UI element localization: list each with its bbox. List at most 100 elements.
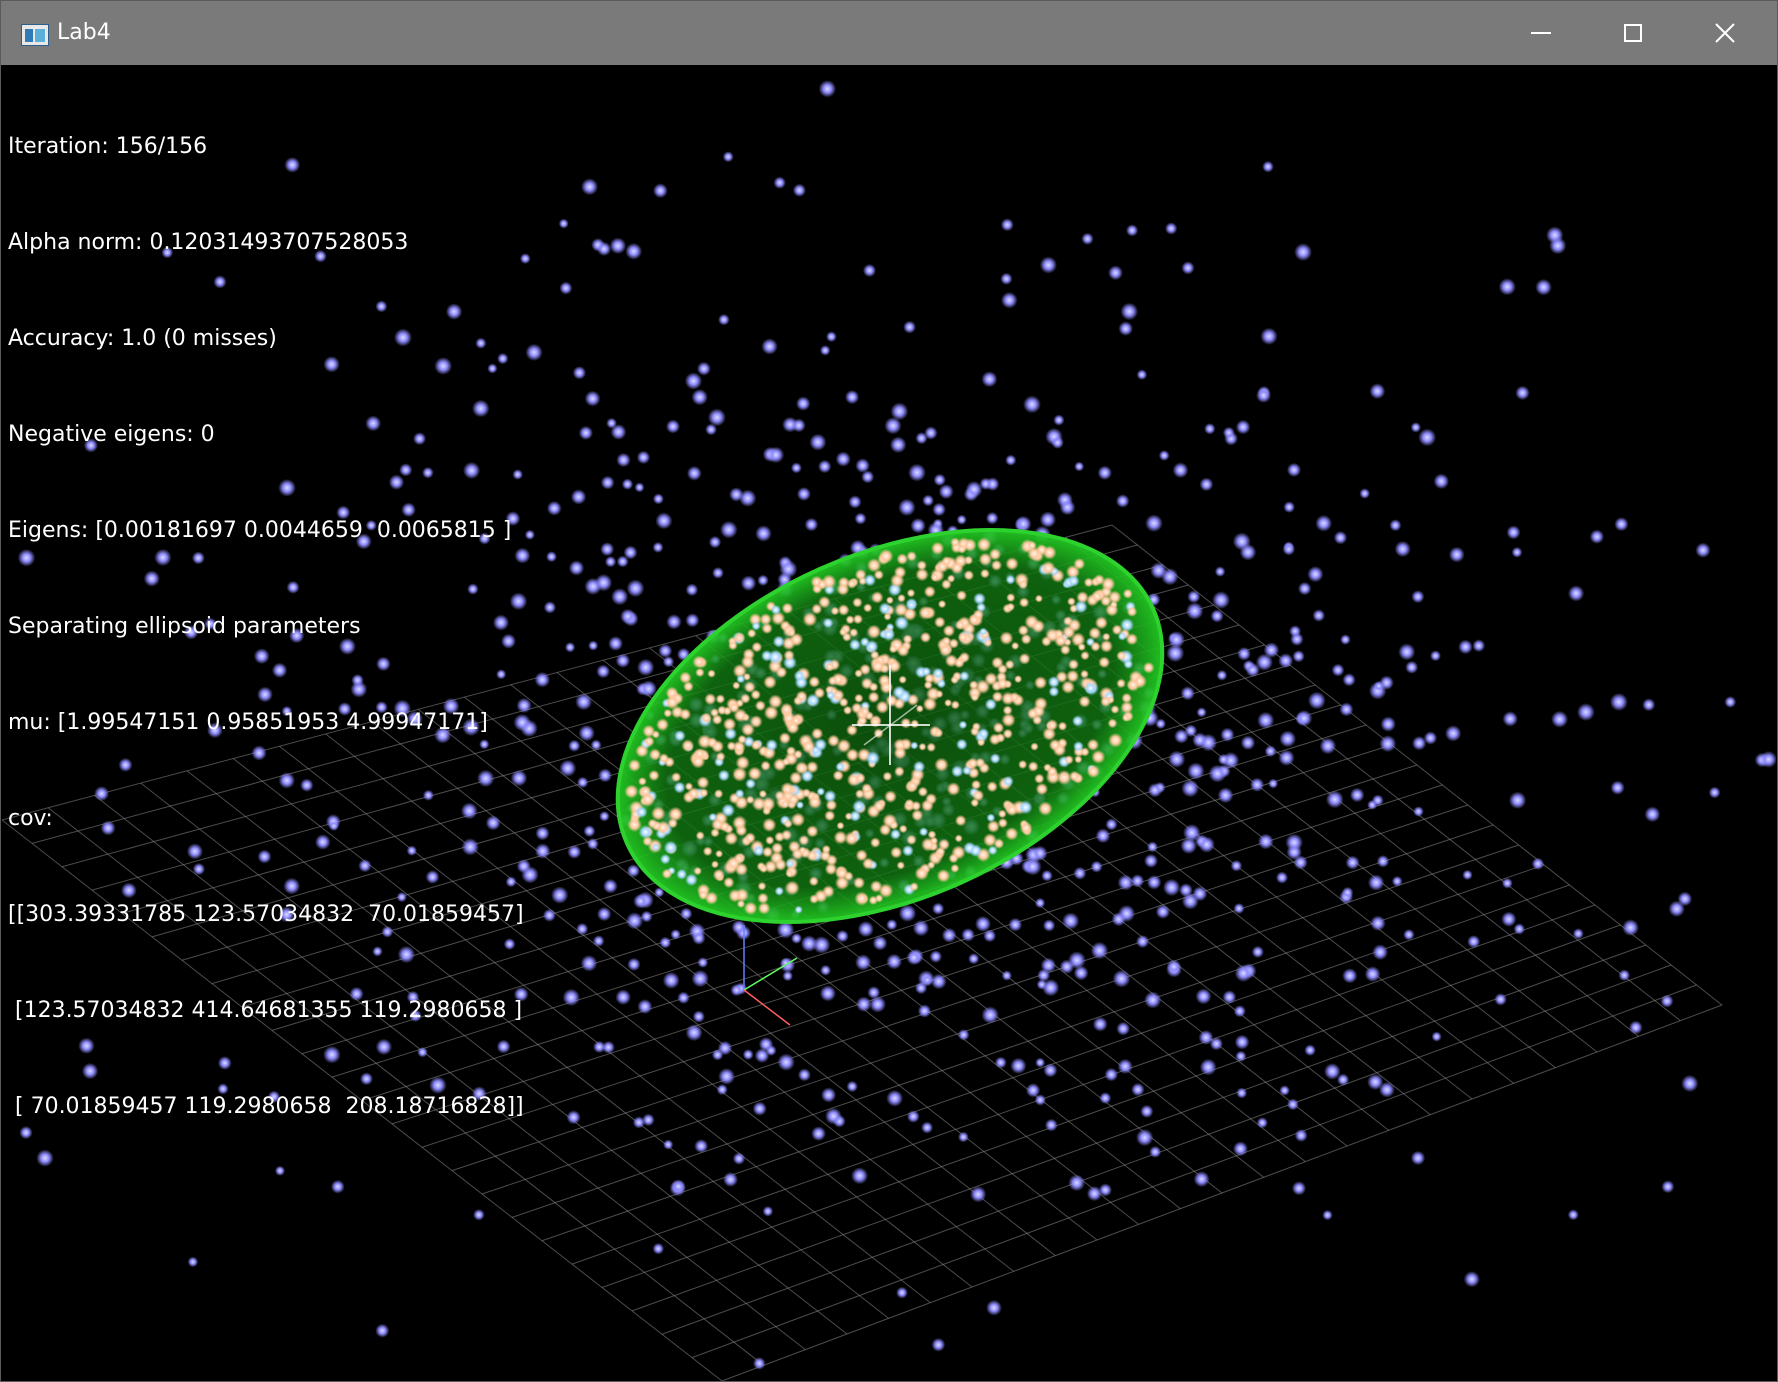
outer-point xyxy=(1322,1209,1333,1221)
outer-point xyxy=(1104,1067,1119,1082)
inner-point xyxy=(1018,597,1030,608)
inner-point xyxy=(918,827,929,837)
outer-point xyxy=(604,556,617,568)
inner-point xyxy=(921,837,936,852)
inner-point xyxy=(711,860,719,869)
outer-point xyxy=(1508,791,1527,809)
inner-point xyxy=(911,809,924,822)
inner-point xyxy=(852,597,863,608)
outer-point xyxy=(600,542,615,557)
outer-point xyxy=(187,1256,199,1268)
outer-point xyxy=(652,493,664,505)
outer-point xyxy=(1511,546,1523,558)
outer-point xyxy=(1192,886,1208,902)
outer-point xyxy=(1220,727,1235,742)
outer-point xyxy=(1097,465,1113,480)
outer-point xyxy=(1610,780,1625,795)
inner-point xyxy=(757,881,767,891)
minimize-button[interactable] xyxy=(1495,1,1587,65)
inner-point xyxy=(1110,705,1120,714)
outer-point xyxy=(1275,871,1289,884)
inner-point xyxy=(695,831,705,841)
inner-point xyxy=(651,730,660,739)
outer-point xyxy=(559,759,577,777)
outer-point xyxy=(542,908,556,922)
outer-point xyxy=(1240,735,1256,751)
outer-point xyxy=(762,1206,774,1217)
outer-point xyxy=(1217,787,1234,804)
inner-point xyxy=(726,855,741,871)
inner-point xyxy=(934,757,949,772)
outer-point xyxy=(562,988,580,1007)
outer-point xyxy=(1370,915,1386,931)
outer-point xyxy=(1325,790,1344,809)
outer-point xyxy=(662,971,680,989)
inner-point xyxy=(751,621,761,631)
inner-point xyxy=(806,825,819,838)
inner-point xyxy=(826,690,836,700)
inner-point xyxy=(992,722,1005,734)
outer-point xyxy=(588,640,599,651)
inner-point xyxy=(879,823,892,836)
inner-point xyxy=(1002,705,1013,716)
inner-point xyxy=(757,902,771,915)
outer-point xyxy=(1319,737,1337,755)
outer-point xyxy=(782,970,793,982)
outer-point xyxy=(1212,591,1230,609)
inner-point xyxy=(715,751,726,762)
inner-point xyxy=(643,736,655,747)
outer-point xyxy=(1285,833,1303,852)
3d-viewport[interactable]: Iteration: 156/156 Alpha norm: 0.1203149… xyxy=(2,65,1776,1381)
inner-point xyxy=(1006,602,1015,612)
title-bar[interactable]: Lab4 xyxy=(1,1,1777,65)
outer-point xyxy=(818,80,837,98)
inner-point xyxy=(1073,558,1086,570)
outer-point xyxy=(599,811,610,822)
outer-point xyxy=(663,1139,674,1150)
outer-point xyxy=(924,426,938,440)
maximize-button[interactable] xyxy=(1587,1,1679,65)
outer-point xyxy=(1448,546,1465,563)
outer-point xyxy=(898,498,916,517)
inner-point xyxy=(836,738,852,754)
outer-point xyxy=(722,151,734,163)
outer-point xyxy=(1535,278,1552,296)
inner-point xyxy=(863,574,877,587)
outer-point xyxy=(1257,711,1275,730)
outer-point xyxy=(1237,647,1251,661)
outer-point xyxy=(740,575,757,591)
outer-point xyxy=(685,583,699,597)
outer-point xyxy=(712,567,724,579)
inner-point xyxy=(790,812,806,827)
outer-point xyxy=(846,1080,858,1093)
inner-point xyxy=(1099,639,1113,653)
outer-point xyxy=(826,331,837,343)
inner-point xyxy=(660,853,671,865)
outer-point xyxy=(1262,160,1274,173)
inner-point xyxy=(1034,773,1045,784)
inner-point xyxy=(693,866,702,876)
inner-point xyxy=(890,846,903,859)
outer-point xyxy=(1179,883,1193,897)
outer-point xyxy=(1234,1034,1250,1050)
inner-point xyxy=(750,689,761,700)
outer-point xyxy=(671,1179,686,1194)
outer-point xyxy=(1090,941,1109,960)
inner-point xyxy=(668,806,683,822)
inner-point xyxy=(1072,715,1084,727)
outer-point xyxy=(1531,857,1545,870)
inner-point xyxy=(1123,659,1134,669)
inner-point xyxy=(732,815,747,831)
inner-point xyxy=(942,624,956,637)
inner-point xyxy=(999,631,1014,646)
outer-point xyxy=(615,653,631,668)
inner-point xyxy=(801,788,812,798)
close-button[interactable] xyxy=(1679,1,1771,65)
outer-point xyxy=(754,1048,770,1063)
outer-point xyxy=(1342,968,1358,984)
inner-point xyxy=(962,765,972,776)
outer-point xyxy=(773,176,786,189)
inner-point xyxy=(1098,656,1111,669)
outer-point xyxy=(692,1010,705,1023)
outer-point xyxy=(1214,566,1226,577)
